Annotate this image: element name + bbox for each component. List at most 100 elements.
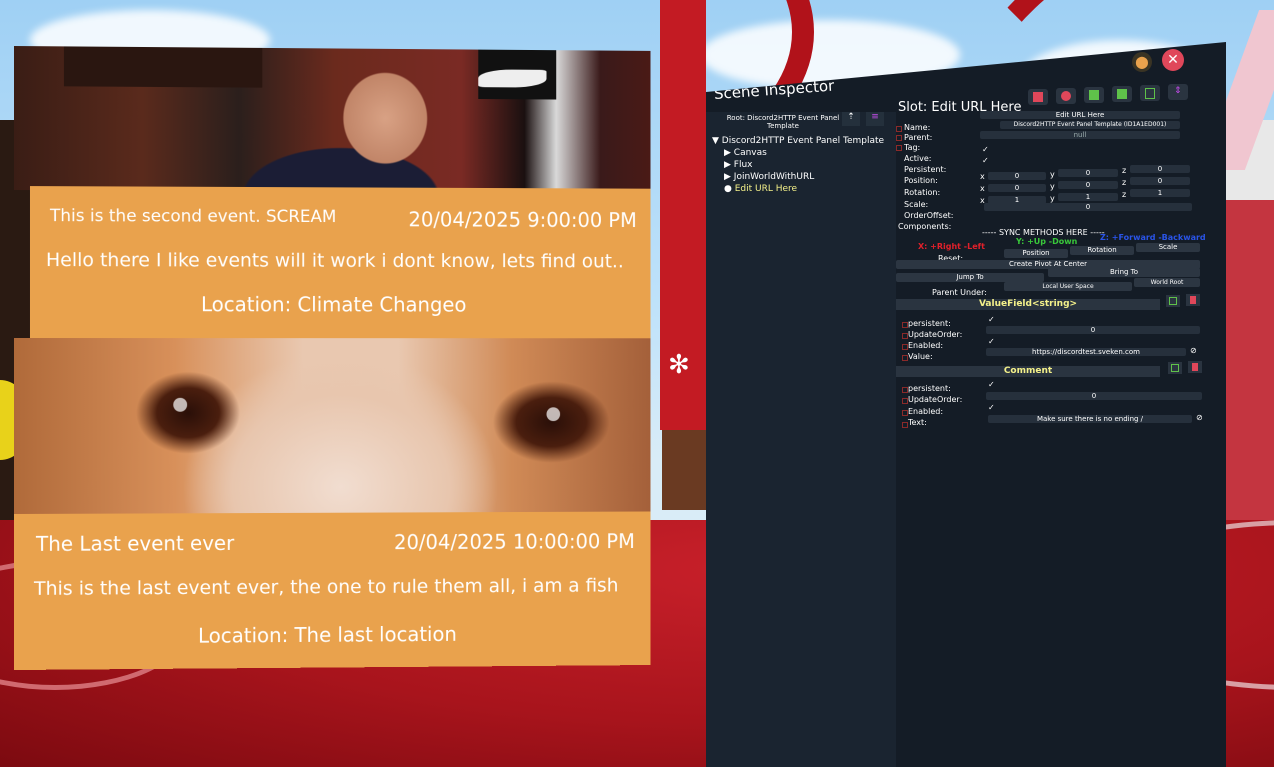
ornament-panel xyxy=(662,430,706,510)
order-offset-field[interactable]: 0 xyxy=(984,203,1192,211)
null-ref-icon[interactable]: ⊘ xyxy=(1190,346,1197,355)
x-axis-hint: X: +Right -Left xyxy=(918,242,985,251)
position-label: Position: xyxy=(904,176,938,185)
name-field[interactable]: Edit URL Here xyxy=(980,111,1180,119)
valuefield-header: ValueField<string> xyxy=(896,299,1160,310)
close-icon: ✕ xyxy=(1167,52,1179,68)
event-description: This is the last event ever, the one to … xyxy=(33,574,619,600)
tree-item-template[interactable]: ▼ Discord2HTTP Event Panel Template xyxy=(712,136,884,146)
root-label: Root: Discord2HTTP Event Panel Template xyxy=(726,114,840,130)
event-description: Hello there I like events will it work i… xyxy=(45,249,624,273)
tag-field[interactable]: null xyxy=(980,131,1180,139)
add-child-button[interactable] xyxy=(1112,86,1132,102)
delete-slot-button[interactable] xyxy=(1028,89,1048,105)
tree-item-label: Edit URL Here xyxy=(734,184,798,194)
recycle-icon xyxy=(1061,91,1071,101)
valuefield-duplicate-button[interactable] xyxy=(1166,295,1180,307)
cm-text-field[interactable]: Make sure there is no ending / xyxy=(988,415,1192,423)
tag-label: Tag: xyxy=(904,143,921,152)
rotation-y-field[interactable]: 0 xyxy=(1058,181,1118,189)
duplicate-button[interactable] xyxy=(1140,85,1160,101)
parent-under-label: Parent Under: xyxy=(932,288,987,297)
axis-y-label: y xyxy=(1050,182,1055,191)
arrow-up-icon: ⇡ xyxy=(847,112,855,122)
dot-icon: ● xyxy=(724,184,732,194)
comment-header: Comment xyxy=(896,366,1160,377)
close-button[interactable]: ✕ xyxy=(1162,49,1184,71)
world-root-button[interactable]: World Root xyxy=(1134,278,1200,287)
rotation-x-field[interactable]: 0 xyxy=(988,184,1046,192)
tree-item-joinworld[interactable]: ▶ JoinWorldWithURL xyxy=(724,172,814,182)
axis-z-label: z xyxy=(1122,178,1127,187)
bring-to-button[interactable]: Bring To xyxy=(1048,268,1200,277)
active-label: Active: xyxy=(904,154,932,163)
comment-duplicate-button[interactable] xyxy=(1168,362,1182,374)
vf-enabled-checkbox[interactable]: ✓ xyxy=(988,337,995,346)
duplicate-icon xyxy=(1145,88,1155,99)
scale-y-field[interactable]: 1 xyxy=(1058,193,1118,201)
position-z-field[interactable]: 0 xyxy=(1130,165,1190,173)
pin-button[interactable]: ⬤ xyxy=(1132,52,1152,72)
vf-update-order-field[interactable]: 0 xyxy=(986,326,1200,334)
parent-field[interactable]: Discord2HTTP Event Panel Template (ID1A1… xyxy=(1000,121,1180,129)
event-date: 20/04/2025 10:00:00 PM xyxy=(393,529,635,555)
add-child-icon xyxy=(1117,89,1127,99)
root-up-button[interactable]: ⇡ xyxy=(842,112,860,126)
root-collapse-button[interactable]: ≡ xyxy=(866,112,884,126)
jump-to-button[interactable]: Jump To xyxy=(896,273,1044,282)
null-ref-icon[interactable]: ⊘ xyxy=(1196,413,1203,422)
vf-update-order-label: UpdateOrder: xyxy=(908,330,963,339)
vf-value-label: Value: xyxy=(908,352,933,361)
event-title: This is the second event. SCREAM xyxy=(49,206,337,228)
expand-arrow-icon: ▶ xyxy=(724,148,731,158)
tree-item-label: Discord2HTTP Event Panel Template xyxy=(721,136,885,146)
tree-item-canvas[interactable]: ▶ Canvas xyxy=(724,148,767,158)
sync-methods-comment: ----- SYNC METHODS HERE ----- xyxy=(982,228,1105,237)
rotation-z-field[interactable]: 0 xyxy=(1130,177,1190,185)
expand-arrow-icon: ▶ xyxy=(724,172,731,182)
vf-persistent-checkbox[interactable]: ✓ xyxy=(988,315,995,324)
trash-icon xyxy=(1192,363,1198,371)
event-card-1[interactable]: This is the second event. SCREAM 20/04/2… xyxy=(29,186,651,339)
cm-persistent-checkbox[interactable]: ✓ xyxy=(988,380,995,389)
persistent-checkbox[interactable]: ✓ xyxy=(982,156,989,165)
reset-rotation-button[interactable]: Rotation xyxy=(1070,246,1134,255)
reset-position-button[interactable]: Position xyxy=(1004,249,1068,258)
destroy-hierarchy-button[interactable] xyxy=(1056,88,1076,104)
reset-scale-button[interactable]: Scale xyxy=(1136,243,1200,252)
tree-item-edit-url[interactable]: ● Edit URL Here xyxy=(724,184,797,194)
hierarchy-pane: Root: Discord2HTTP Event Panel Template … xyxy=(706,112,896,767)
reference-icon xyxy=(896,135,902,141)
event-panel: This is the second event. SCREAM 20/04/2… xyxy=(14,42,651,670)
scale-z-field[interactable]: 1 xyxy=(1130,189,1190,197)
fan-icon: ✻ xyxy=(668,350,690,380)
insert-parent-button[interactable] xyxy=(1084,87,1104,103)
tree-item-flux[interactable]: ▶ Flux xyxy=(724,160,753,170)
active-checkbox[interactable]: ✓ xyxy=(982,145,989,154)
valuefield-delete-button[interactable] xyxy=(1186,294,1200,306)
cm-text-label: Text: xyxy=(908,418,927,427)
axis-y-label: y xyxy=(1050,170,1055,179)
y-axis-hint: Y: +Up -Down xyxy=(1016,237,1078,246)
duplicate-icon xyxy=(1171,364,1179,372)
event-card-2[interactable]: The Last event ever 20/04/2025 10:00:00 … xyxy=(14,511,651,670)
components-label: Components: xyxy=(898,222,952,231)
center-button[interactable]: ⇕ xyxy=(1168,84,1188,100)
local-user-space-button[interactable]: Local User Space xyxy=(1004,282,1132,291)
axis-x-label: x xyxy=(980,184,985,193)
axis-z-label: z xyxy=(1122,166,1127,175)
comment-delete-button[interactable] xyxy=(1188,361,1202,373)
tree-item-label: JoinWorldWithURL xyxy=(733,172,815,182)
reference-icon xyxy=(896,126,902,132)
event-date: 20/04/2025 9:00:00 PM xyxy=(408,207,637,232)
cm-enabled-checkbox[interactable]: ✓ xyxy=(988,403,995,412)
center-icon: ⇕ xyxy=(1174,86,1182,96)
axis-x-label: x xyxy=(980,172,985,181)
cm-update-order-field[interactable]: 0 xyxy=(986,392,1202,400)
position-x-field[interactable]: 0 xyxy=(988,172,1046,180)
vf-value-field[interactable]: https://discordtest.sveken.com xyxy=(986,348,1186,356)
position-y-field[interactable]: 0 xyxy=(1058,169,1118,177)
location-pin-icon: ⬤ xyxy=(1135,55,1149,69)
expand-arrow-icon: ▶ xyxy=(724,160,731,170)
event-location: Location: Climate Changeo xyxy=(201,292,467,317)
